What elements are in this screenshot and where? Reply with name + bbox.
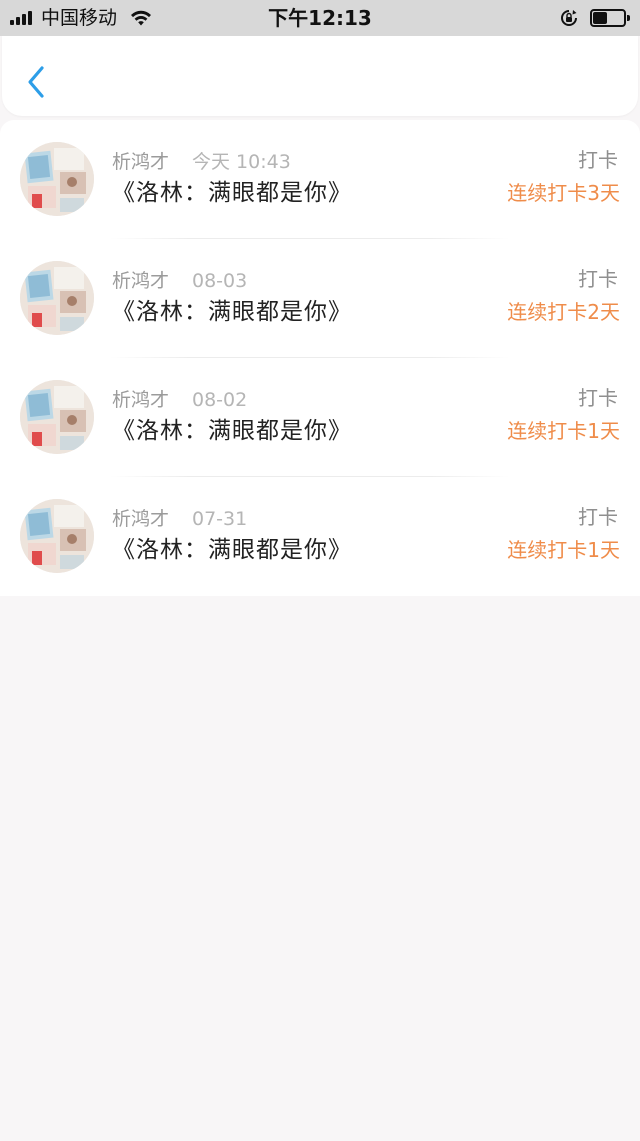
avatar[interactable]: [20, 380, 94, 454]
record-type: 打卡: [578, 267, 618, 291]
record-date: 今天 10:43: [192, 151, 291, 173]
battery-icon: [590, 9, 630, 27]
avatar[interactable]: [20, 142, 94, 216]
list-item[interactable]: 析鸿才 07-31 《洛林：满眼都是你》 打卡 连续打卡1天: [0, 477, 640, 596]
record-date: 08-03: [192, 270, 248, 292]
status-right: [560, 7, 630, 29]
streak-label: 连续打卡2天: [507, 300, 620, 324]
record-type: 打卡: [578, 148, 618, 172]
record-type: 打卡: [578, 505, 618, 529]
streak-label: 连续打卡1天: [507, 538, 620, 562]
streak-label: 连续打卡3天: [507, 181, 620, 205]
list-item[interactable]: 析鸿才 08-03 《洛林：满眼都是你》 打卡 连续打卡2天: [0, 239, 640, 358]
rotation-lock-icon: [561, 10, 577, 26]
record-type: 打卡: [578, 386, 618, 410]
nav-bar: [2, 36, 638, 116]
user-name: 析鸿才: [112, 508, 170, 530]
book-title: 《洛林：满眼都是你》: [112, 418, 352, 444]
record-date: 08-02: [192, 389, 248, 411]
book-title: 《洛林：满眼都是你》: [112, 180, 352, 206]
avatar[interactable]: [20, 261, 94, 335]
status-time: 下午12:13: [268, 6, 372, 30]
user-name: 析鸿才: [112, 270, 170, 292]
streak-label: 连续打卡1天: [507, 419, 620, 443]
book-title: 《洛林：满眼都是你》: [112, 299, 352, 325]
status-bar: 中国移动 下午12:13: [0, 0, 640, 36]
avatar[interactable]: [20, 499, 94, 573]
list-item[interactable]: 析鸿才 08-02 《洛林：满眼都是你》 打卡 连续打卡1天: [0, 358, 640, 477]
back-button[interactable]: [22, 64, 52, 100]
list-item[interactable]: 析鸿才 今天 10:43 《洛林：满眼都是你》 打卡 连续打卡3天: [0, 120, 640, 239]
chevron-left-icon: [28, 66, 44, 98]
book-title: 《洛林：满眼都是你》: [112, 537, 352, 563]
user-name: 析鸿才: [112, 151, 170, 173]
user-name: 析鸿才: [112, 389, 170, 411]
record-date: 07-31: [192, 508, 248, 530]
checkin-record-list: 析鸿才 今天 10:43 《洛林：满眼都是你》 打卡 连续打卡3天 析鸿才 08…: [0, 120, 640, 596]
